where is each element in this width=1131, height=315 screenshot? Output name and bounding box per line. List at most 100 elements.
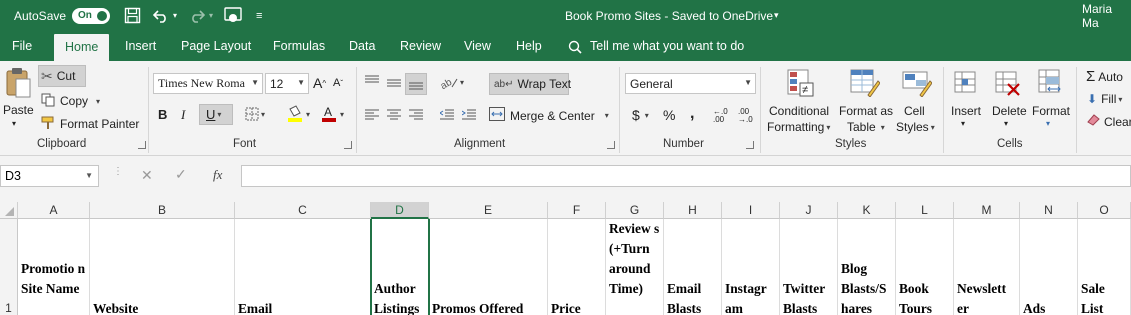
copy-button[interactable]: Copy ▾ (41, 90, 100, 112)
table-cell[interactable]: Promotio n Site Name (18, 219, 90, 315)
decrease-font-size-icon[interactable]: Aˇ (333, 77, 343, 89)
table-cell[interactable]: Email (235, 219, 371, 315)
table-cell[interactable]: Email Blasts (664, 219, 722, 315)
conditional-formatting-button[interactable]: Formatting ▾ (767, 120, 830, 134)
tell-me-input[interactable]: Tell me what you want to do (590, 31, 744, 61)
font-size-combo[interactable]: 12 ▼ (265, 73, 309, 94)
alignment-launcher-icon[interactable] (607, 141, 615, 149)
font-launcher-icon[interactable] (344, 141, 352, 149)
increase-font-size-icon[interactable]: A ^ (313, 75, 326, 91)
fill-button[interactable]: ⬇ Fill ▾ (1087, 92, 1122, 106)
undo-icon[interactable] (153, 0, 169, 31)
percent-button[interactable]: % (663, 107, 675, 123)
delete-button[interactable]: Delete (992, 104, 1027, 118)
table-cell[interactable]: Instagr am (722, 219, 780, 315)
conditional-formatting-icon[interactable]: ≠ (787, 69, 815, 97)
column-header[interactable]: M (954, 202, 1020, 219)
paste-icon[interactable] (4, 67, 32, 99)
paste-dropdown-icon[interactable]: ▾ (12, 119, 16, 128)
tab-review[interactable]: Review (400, 31, 441, 61)
currency-button[interactable]: $ ▾ (632, 107, 649, 123)
number-format-combo[interactable]: General ▼ (625, 73, 756, 94)
redo-icon[interactable] (189, 0, 205, 31)
column-header[interactable]: B (90, 202, 235, 219)
formula-input[interactable] (241, 165, 1131, 187)
column-header[interactable]: F (548, 202, 606, 219)
borders-icon[interactable]: ▾ (245, 107, 265, 121)
decrease-decimal-icon[interactable]: .00 →.0 (738, 108, 753, 124)
clear-button[interactable]: Clear (1087, 114, 1131, 129)
fill-color-icon[interactable]: ▾ (286, 105, 310, 123)
increase-decimal-icon[interactable]: ←.0.00 (713, 108, 728, 124)
bold-button[interactable]: B (158, 107, 167, 122)
delete-cells-icon[interactable] (995, 71, 1021, 97)
tab-data[interactable]: Data (349, 31, 375, 61)
table-cell[interactable]: Ads (1020, 219, 1078, 315)
insert-function-icon[interactable]: fx (213, 167, 222, 183)
clipboard-launcher-icon[interactable] (138, 141, 146, 149)
cell-styles-button[interactable]: Styles ▾ (896, 120, 935, 134)
row-header[interactable]: 1 (0, 219, 18, 315)
redo-dropdown-icon[interactable]: ▾ (209, 0, 213, 31)
title-dropdown-icon[interactable]: ▾ (774, 0, 779, 31)
enter-icon[interactable]: ✓ (175, 166, 187, 183)
tab-help[interactable]: Help (516, 31, 542, 61)
column-header[interactable]: C (235, 202, 371, 219)
tab-page-layout[interactable]: Page Layout (181, 31, 251, 61)
align-right-icon[interactable] (409, 109, 423, 121)
column-header[interactable]: I (722, 202, 780, 219)
column-header[interactable]: L (896, 202, 954, 219)
tab-file[interactable]: File (12, 31, 32, 61)
autosave-toggle[interactable]: On (72, 0, 110, 31)
increase-indent-icon[interactable] (462, 109, 476, 121)
format-as-table-button[interactable]: Table ▾ (847, 120, 885, 134)
column-header[interactable]: H (664, 202, 722, 219)
cancel-icon[interactable]: ✕ (141, 167, 153, 184)
tab-view[interactable]: View (464, 31, 491, 61)
align-left-icon[interactable] (365, 109, 379, 121)
tab-formulas[interactable]: Formulas (273, 31, 325, 61)
column-header[interactable]: K (838, 202, 896, 219)
touch-mode-icon[interactable] (224, 0, 242, 31)
align-top-icon[interactable] (365, 75, 379, 87)
select-all-corner[interactable] (0, 202, 18, 219)
insert-button[interactable]: Insert (951, 104, 981, 118)
insert-cells-icon[interactable] (954, 71, 978, 97)
table-cell[interactable]: Review s (+Turn around Time) (606, 219, 664, 315)
user-name[interactable]: Maria Ma (1082, 0, 1131, 31)
table-cell[interactable]: Website (90, 219, 235, 315)
underline-button[interactable]: U ▾ (199, 104, 233, 125)
table-cell[interactable]: Price (548, 219, 606, 315)
column-header[interactable]: O (1078, 202, 1131, 219)
cell-styles-line1[interactable]: Cell (904, 104, 925, 118)
italic-button[interactable]: I (181, 107, 185, 123)
paste-button[interactable]: Paste (3, 103, 34, 117)
orientation-icon[interactable]: ab ▾ (440, 75, 464, 89)
column-header[interactable]: G (606, 202, 664, 219)
tab-insert[interactable]: Insert (125, 31, 156, 61)
column-header[interactable]: A (18, 202, 90, 219)
comma-style-button[interactable]: , (690, 105, 694, 123)
table-cell[interactable]: Book Tours (896, 219, 954, 315)
table-cell[interactable]: Twitter Blasts (780, 219, 838, 315)
wrap-text-button[interactable]: ab↵ Wrap Text (489, 73, 571, 95)
column-header[interactable]: N (1020, 202, 1078, 219)
column-header[interactable]: E (429, 202, 548, 219)
font-color-icon[interactable]: A ▾ (320, 105, 344, 123)
merge-center-button[interactable]: Merge & Center ▾ (489, 107, 609, 124)
font-name-combo[interactable]: Times New Roma ▼ (153, 73, 263, 94)
table-cell[interactable]: Newslett er (954, 219, 1020, 315)
cell-styles-icon[interactable] (902, 69, 932, 97)
align-center-icon[interactable] (387, 109, 401, 121)
table-cell[interactable]: Sale List (1078, 219, 1131, 315)
delete-dropdown-icon[interactable]: ▾ (1004, 119, 1008, 128)
table-cell[interactable]: Promos Offered (429, 219, 548, 315)
tab-home[interactable]: Home (54, 34, 110, 61)
format-as-table-line1[interactable]: Format as (839, 104, 893, 118)
undo-dropdown-icon[interactable]: ▾ (173, 0, 177, 31)
conditional-formatting-line1[interactable]: Conditional (769, 104, 829, 118)
name-box[interactable]: D3 ▼ (0, 165, 99, 187)
save-icon[interactable] (124, 0, 141, 31)
format-as-table-icon[interactable] (850, 69, 880, 97)
format-button[interactable]: Format (1032, 104, 1070, 118)
